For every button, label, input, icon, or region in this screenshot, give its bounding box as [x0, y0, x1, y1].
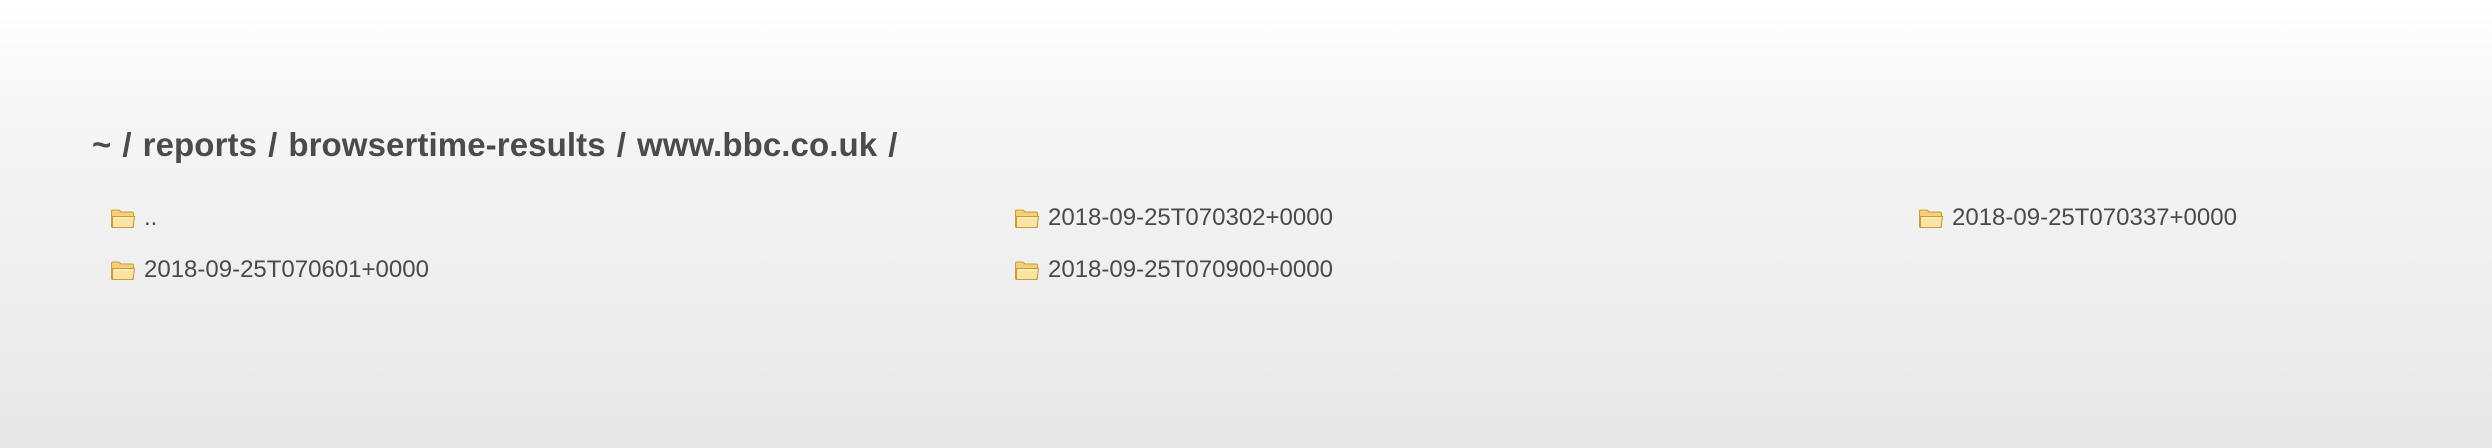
breadcrumb-home-link[interactable]: ~: [92, 126, 111, 164]
breadcrumb-separator: /: [616, 126, 626, 163]
folder-icon: [111, 261, 136, 280]
breadcrumb-separator: /: [268, 126, 278, 163]
breadcrumb-current-folder: www.bbc.co.uk: [636, 126, 878, 163]
entry-name: 2018-09-25T070900+0000: [1048, 256, 1333, 283]
folder-link[interactable]: 2018-09-25T070302+0000: [1014, 202, 1918, 234]
entry-name: 2018-09-25T070337+0000: [1952, 204, 2237, 231]
parent-directory-link[interactable]: ..: [110, 202, 1014, 234]
folder-link[interactable]: 2018-09-25T070337+0000: [1918, 202, 2410, 234]
entry-name: ..: [144, 204, 158, 231]
breadcrumb-browsertime-results-link[interactable]: browsertime-results: [288, 126, 605, 164]
breadcrumb-separator: /: [122, 126, 132, 163]
entry-name: 2018-09-25T070302+0000: [1048, 204, 1333, 231]
folder-icon: [1015, 209, 1040, 228]
folder-icon: [1919, 209, 1944, 228]
folder-link[interactable]: 2018-09-25T070601+0000: [110, 254, 1014, 286]
breadcrumb: ~ / reports / browsertime-results / www.bbc.co…: [92, 126, 909, 164]
folder-link[interactable]: 2018-09-25T070900+0000: [1014, 254, 1918, 286]
folder-icon: [111, 209, 136, 228]
entry-name: 2018-09-25T070601+0000: [144, 256, 429, 283]
breadcrumb-separator: /: [888, 126, 898, 163]
folder-icon: [1015, 261, 1040, 280]
breadcrumb-reports-link[interactable]: reports: [143, 126, 257, 164]
directory-listing: .. 2018-09-25T070302+0000 2018-09-25T070…: [110, 202, 2410, 286]
